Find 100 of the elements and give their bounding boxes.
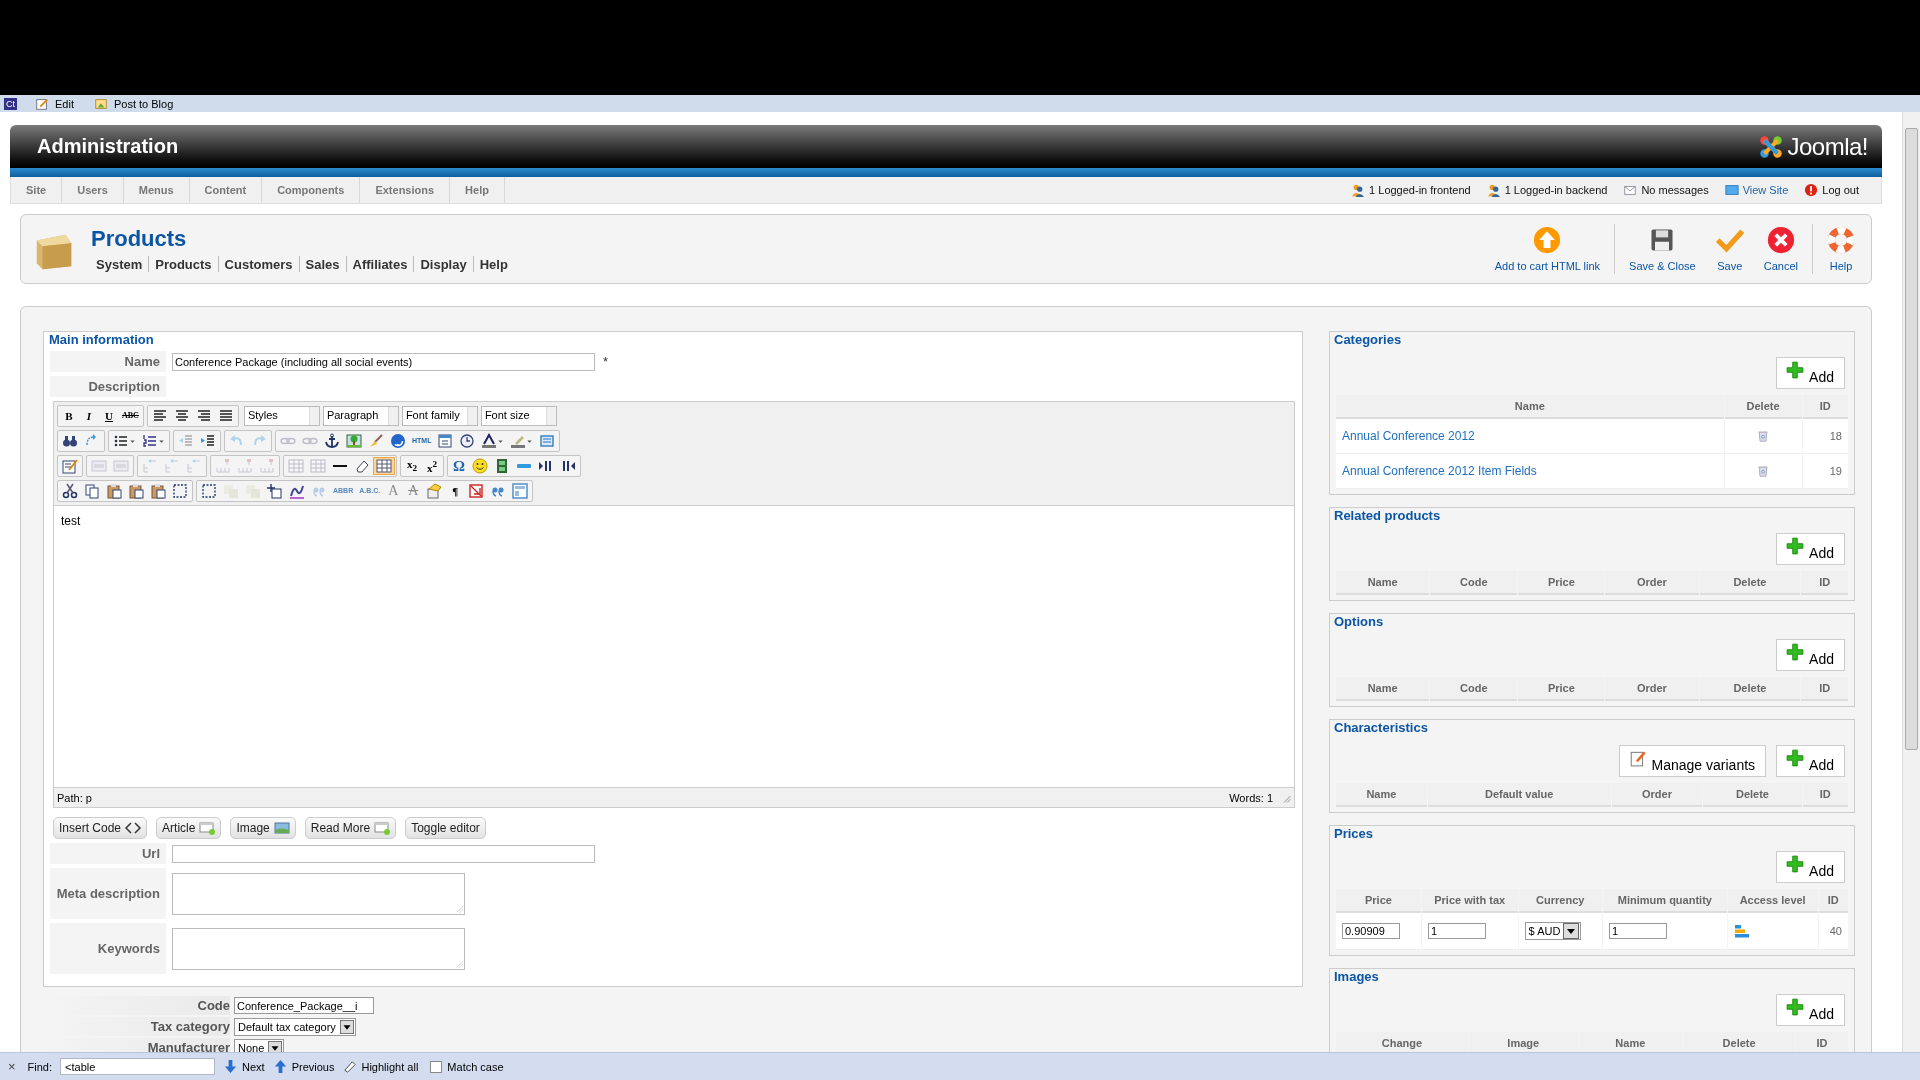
toolbar-button[interactable]: Post to Blog [113,97,174,110]
menu-item[interactable]: Site [11,177,63,203]
add-button[interactable]: Add [1776,745,1845,777]
dropdown[interactable]: Default tax category [234,1017,356,1036]
smile-icon[interactable] [472,458,488,474]
format-button[interactable]: Ω [450,458,468,474]
film-icon[interactable] [494,458,510,474]
window-icon[interactable] [539,433,556,449]
list-icon[interactable] [113,433,129,449]
toolbar-button[interactable]: Cancel [1753,226,1808,272]
menu-item[interactable]: Components [262,177,361,203]
app-logo[interactable]: Ct [4,97,17,110]
grid-icon[interactable] [376,458,392,474]
toolbar-button[interactable]: Save [1705,226,1754,272]
editor-button[interactable]: Read More [304,817,397,839]
scrollbar-thumb[interactable] [1905,128,1918,750]
paragraph-arrow-icon[interactable] [560,458,576,474]
format-button[interactable]: x$^{2}$ [423,456,441,476]
eraser-icon[interactable] [354,458,370,474]
bars-icon[interactable] [1733,923,1750,939]
clock-icon[interactable] [459,433,476,449]
manage-variants-button[interactable]: Manage variants [1618,745,1767,777]
toolbar-button[interactable]: Add to cart HTML link [1484,226,1611,272]
scissors-icon[interactable] [62,483,78,499]
text-field[interactable]: 0.90909 [1342,923,1400,939]
picture-icon[interactable] [346,433,362,449]
align-lines-icon[interactable] [173,408,190,424]
notepad-icon[interactable] [62,458,78,474]
menu-item[interactable]: Extensions [360,177,451,203]
format-button[interactable]: x$_{2}$ [403,455,421,477]
dropdown[interactable]: Font size [480,406,557,426]
format-button[interactable]: I [80,408,98,424]
align-lines-icon[interactable] [151,408,168,424]
menu-item[interactable]: Content [189,177,263,203]
checkbox-label[interactable]: Match case [447,1060,504,1073]
add-button[interactable]: Add [1776,639,1845,671]
dropdown[interactable]: Font family [401,406,478,426]
close-button[interactable]: × [8,1059,16,1074]
clipboard-icon[interactable] [128,483,144,499]
wavy-line-icon[interactable] [289,483,305,499]
find-button[interactable]: Highlight all [342,1059,419,1074]
marker-pen-icon[interactable] [510,433,527,449]
editor-button[interactable]: Image [230,817,296,839]
calendar-icon[interactable] [437,433,454,449]
editor-button[interactable]: Insert Code [53,817,148,839]
format-button[interactable]: U [100,408,118,424]
menu-item[interactable]: Help [450,177,505,203]
text-field[interactable]: 1 [1608,923,1667,939]
dropdown[interactable]: Paragraph [322,406,399,426]
toolbar-button[interactable]: Help [1817,226,1865,272]
add-button[interactable]: Add [1776,357,1845,389]
text-area[interactable] [172,872,465,915]
dropdown[interactable]: None [234,1038,285,1052]
checkbox[interactable] [430,1060,443,1073]
editor-button[interactable]: Toggle editor [405,817,486,839]
paragraph-arrow-icon[interactable] [538,458,554,474]
align-lines-icon[interactable] [217,408,234,424]
submenu-link[interactable]: Sales [305,256,340,272]
numbered-list-icon[interactable] [142,433,158,449]
editor-button[interactable]: Article [156,817,222,839]
submenu-link[interactable]: Display [420,256,467,272]
text-field[interactable]: Conference Package (including all social events) [172,352,595,371]
crossed-square-icon[interactable] [468,483,485,499]
color-underline-icon[interactable] [481,433,498,449]
text-field[interactable]: 1 [1427,923,1486,939]
add-button[interactable]: Add [1776,851,1845,883]
indent-icon[interactable] [200,433,216,449]
format-button[interactable]: ABC [120,408,141,424]
plus-square-icon[interactable] [267,483,283,499]
text-field[interactable]: Conference_Package__i [234,997,374,1014]
copy-pages-icon[interactable] [84,483,100,499]
status-link[interactable]: View Site [1742,184,1789,196]
add-button[interactable]: Add [1776,994,1845,1026]
toolbar-button[interactable]: Save & Close [1619,226,1706,272]
dashed-square-icon[interactable] [172,483,188,499]
anchor-icon[interactable] [324,433,340,449]
clipboard-icon[interactable] [106,483,122,499]
toolbar-button[interactable]: Edit [55,97,74,110]
find-button[interactable]: Previous [272,1059,335,1074]
status-link[interactable]: Log out [1822,184,1859,196]
menu-item[interactable]: Users [62,177,124,203]
text-field[interactable] [172,844,595,863]
align-lines-icon[interactable] [195,408,212,424]
dropdown[interactable]: Styles [243,406,320,426]
submenu-link[interactable]: Help [479,256,508,272]
search-field[interactable]: <table [60,1058,216,1075]
text-area[interactable] [172,927,465,970]
submenu-link[interactable]: Customers [224,256,293,272]
submenu-link[interactable]: System [96,256,143,272]
dropdown[interactable]: $ AUD [1524,922,1582,940]
submenu-link[interactable]: Products [155,256,212,272]
find-button[interactable]: Next [223,1059,265,1074]
brush-icon[interactable] [368,433,384,449]
format-button[interactable]: B [60,408,78,424]
binoculars-icon[interactable] [62,433,78,449]
category-link[interactable]: Annual Conference 2012 [1342,429,1475,443]
add-button[interactable]: Add [1776,533,1845,565]
clipboard-icon[interactable] [150,483,166,499]
scrollbar[interactable] [1902,112,1920,1052]
template-icon[interactable] [512,483,529,499]
